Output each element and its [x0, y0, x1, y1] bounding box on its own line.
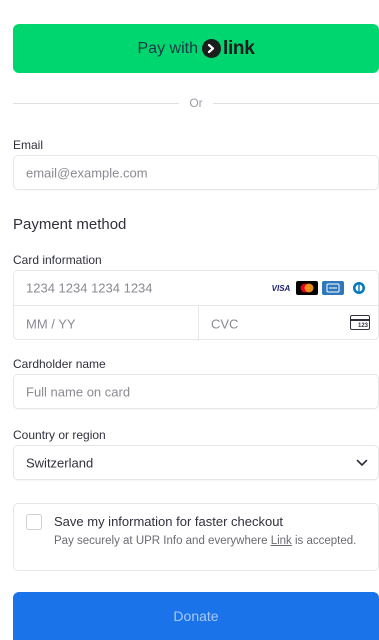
link-text-link[interactable]: Link: [271, 535, 292, 547]
card-information-group: 1234 1234 1234 1234 VISA MM / YY CVC 123: [13, 270, 379, 341]
card-number-placeholder: 1234 1234 1234 1234: [26, 280, 153, 296]
divider-line-left: [13, 102, 180, 104]
cardholder-name-placeholder: Full name on card: [26, 384, 131, 399]
donate-button[interactable]: Donate: [13, 592, 379, 640]
save-info-title: Save my information for faster checkout: [54, 514, 284, 529]
donate-label: Donate: [173, 608, 219, 624]
save-info-checkbox[interactable]: [26, 514, 42, 530]
cvc-input[interactable]: CVC 123: [199, 306, 379, 341]
pay-with-label: Pay with: [137, 39, 198, 57]
link-wordmark: link: [222, 37, 255, 59]
save-info-description: Pay securely at UPR Info and everywhere …: [54, 535, 357, 547]
country-label: Country or region: [13, 428, 106, 442]
card-number-input[interactable]: 1234 1234 1234 1234 VISA: [14, 271, 378, 306]
mastercard-icon: [296, 281, 318, 295]
card-brands: VISA: [270, 281, 370, 295]
country-select[interactable]: Switzerland: [13, 445, 379, 480]
cardholder-name-label: Cardholder name: [13, 357, 106, 371]
cvc-card-icon: 123: [350, 315, 370, 330]
payment-method-title: Payment method: [13, 216, 127, 233]
link-arrow-icon: [201, 39, 221, 58]
pay-with-link-button[interactable]: Pay with link: [13, 24, 379, 73]
or-text: Or: [189, 96, 203, 110]
link-logo: link: [201, 37, 255, 60]
card-expiry-cvc-row: MM / YY CVC 123: [14, 306, 378, 341]
country-value: Switzerland: [26, 455, 94, 470]
expiry-placeholder: MM / YY: [26, 316, 76, 331]
email-label: Email: [13, 138, 44, 152]
chevron-down-icon: [356, 454, 368, 472]
card-information-label: Card information: [13, 253, 102, 267]
cardholder-name-input[interactable]: Full name on card: [13, 374, 379, 409]
amex-icon: [322, 281, 344, 295]
visa-icon: VISA: [270, 281, 292, 295]
email-field[interactable]: email@example.com: [13, 155, 379, 190]
email-placeholder: email@example.com: [26, 165, 148, 180]
divider-line-right: [212, 102, 379, 104]
cvc-placeholder: CVC: [211, 316, 239, 331]
diners-icon: [348, 281, 370, 295]
save-info-box: Save my information for faster checkout …: [13, 503, 379, 571]
expiry-input[interactable]: MM / YY: [14, 306, 199, 341]
or-divider: Or: [13, 95, 379, 111]
